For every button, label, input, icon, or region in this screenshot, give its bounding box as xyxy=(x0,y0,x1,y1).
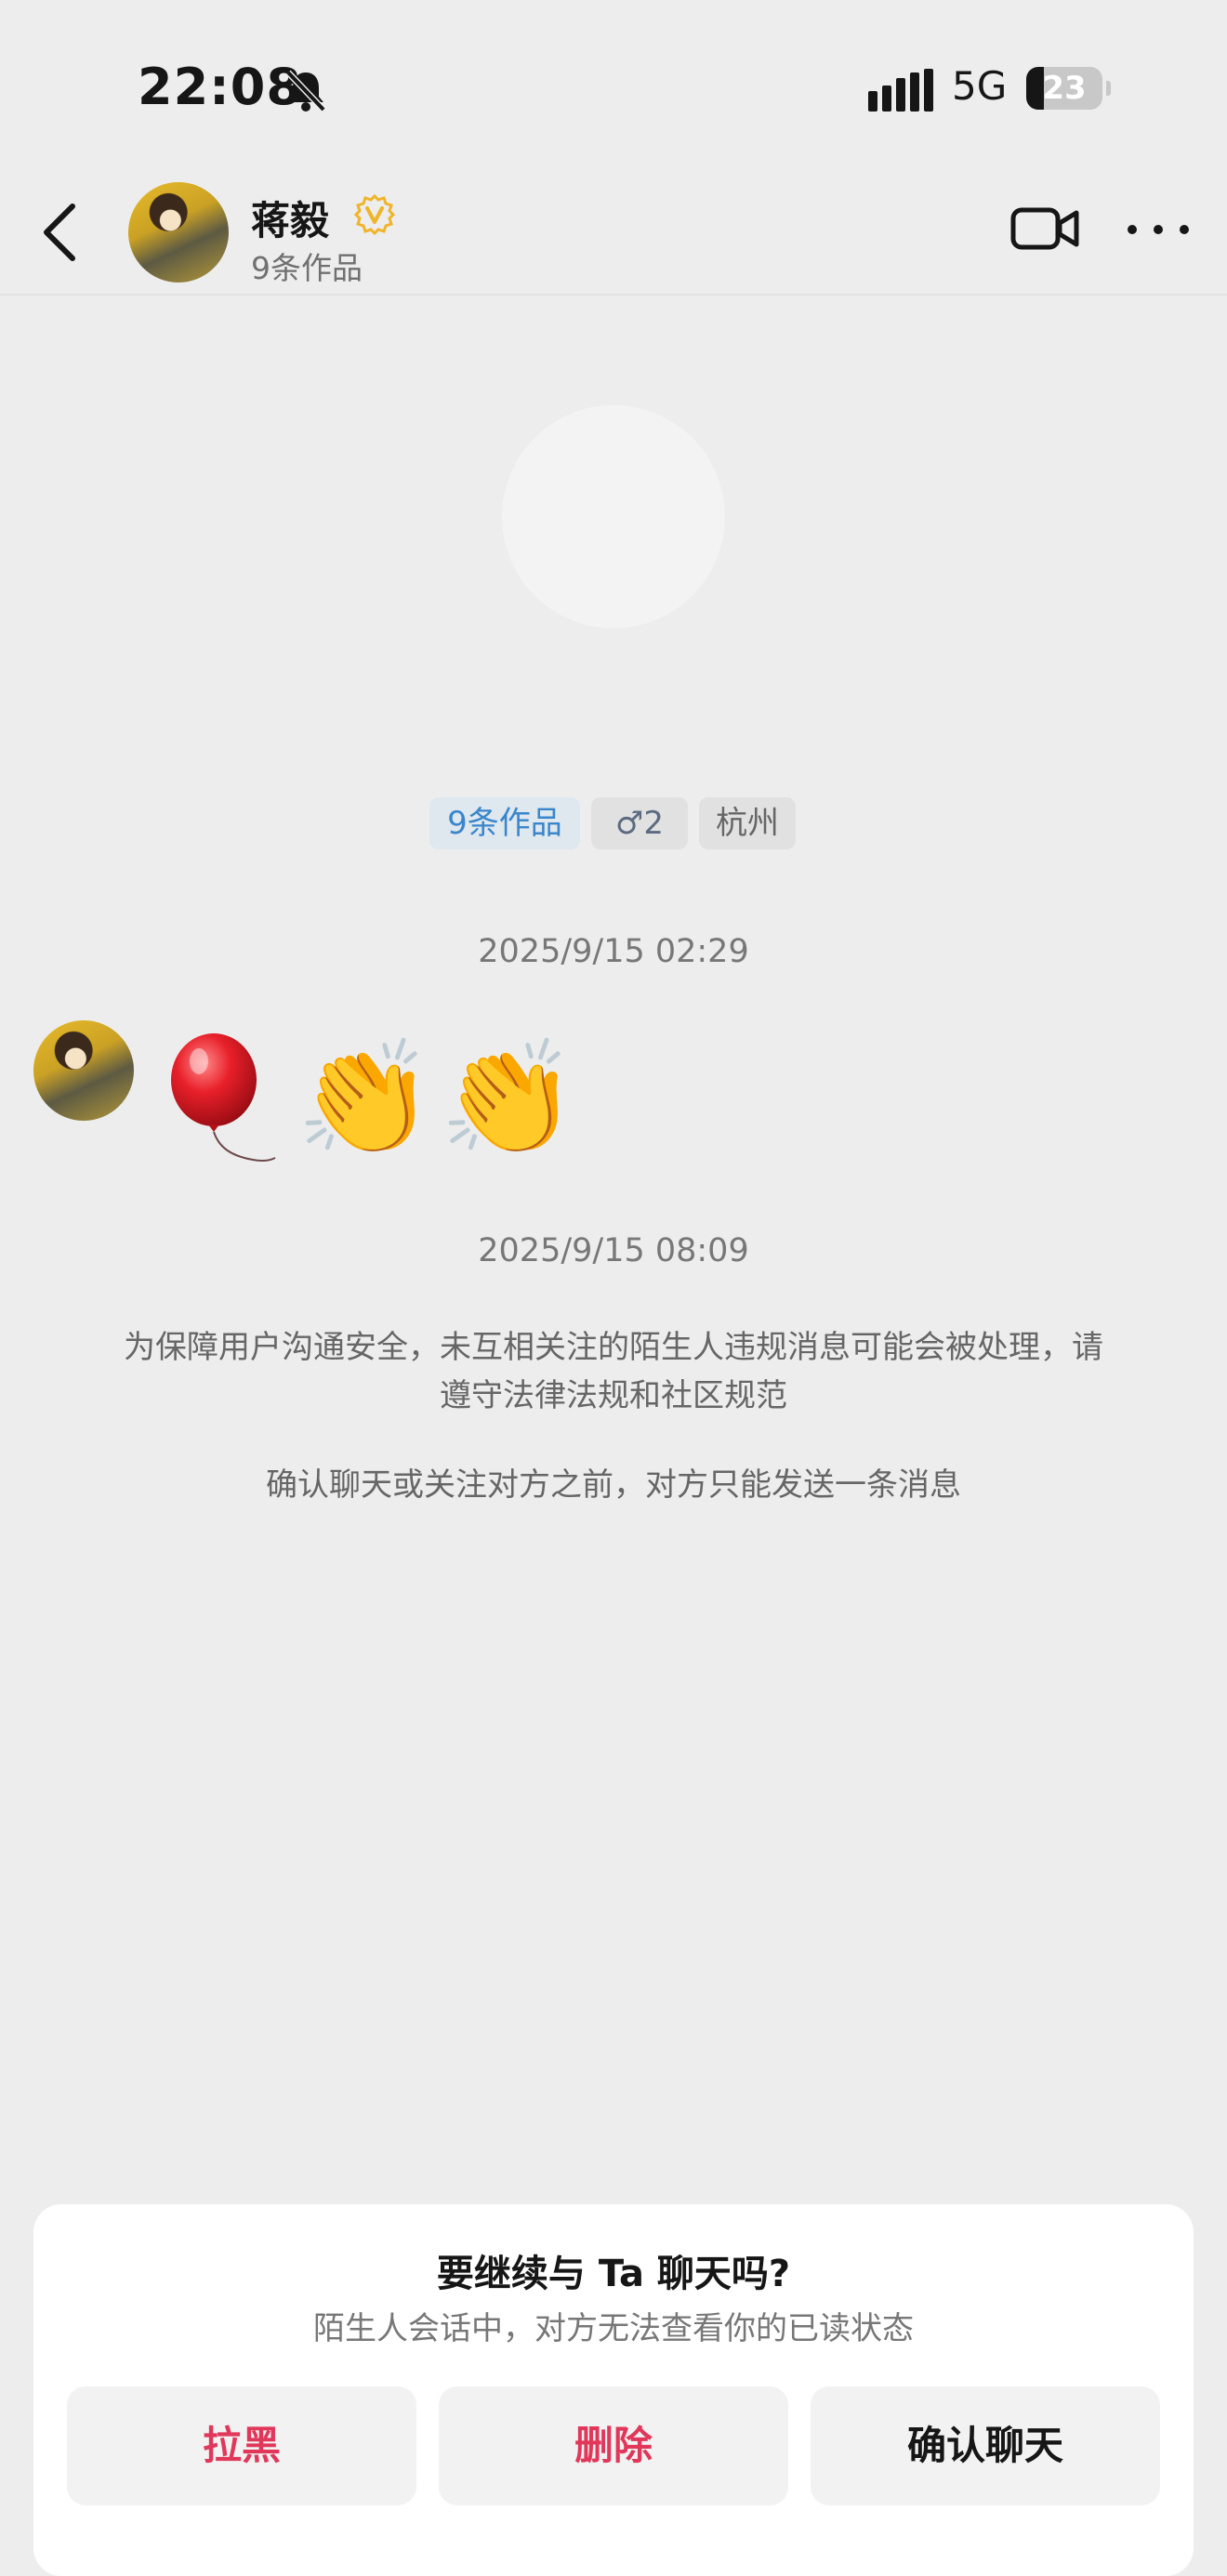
video-call-icon[interactable] xyxy=(1009,204,1080,253)
tag-gender-age: ♂2 xyxy=(591,797,688,849)
signal-icon xyxy=(868,69,933,112)
profile-image-placeholder xyxy=(502,405,725,628)
stranger-message-notice: 确认聊天或关注对方之前，对方只能发送一条消息 xyxy=(266,1466,961,1504)
clap-emoji: 👏 xyxy=(439,1034,578,1163)
bell-muted-icon xyxy=(285,70,326,112)
battery-icon: 23 xyxy=(1026,67,1111,110)
balloon-emoji xyxy=(171,1033,276,1163)
header-divider xyxy=(0,294,1227,296)
tag-works[interactable]: 9条作品 xyxy=(429,797,580,849)
sender-avatar[interactable] xyxy=(33,1020,134,1121)
verified-icon xyxy=(353,193,396,236)
delete-button[interactable]: 删除 xyxy=(439,2386,788,2505)
contact-name: 蒋毅 xyxy=(251,198,330,243)
confirm-chat-button[interactable]: 确认聊天 xyxy=(811,2386,1160,2505)
timestamp: 2025/9/15 02:29 xyxy=(478,933,749,970)
status-time: 22:08 xyxy=(138,58,302,116)
timestamp: 2025/9/15 08:09 xyxy=(478,1232,749,1269)
tag-city: 杭州 xyxy=(699,797,796,849)
dialog-subtitle: 陌生人会话中，对方无法查看你的已读状态 xyxy=(313,2310,914,2347)
dialog-title: 要继续与 Ta 聊天吗? xyxy=(436,2253,791,2295)
more-icon[interactable] xyxy=(1123,216,1194,243)
avatar[interactable] xyxy=(128,182,229,283)
works-count: 9条作品 xyxy=(251,250,363,286)
clap-emoji: 👏 xyxy=(296,1034,435,1163)
back-icon[interactable] xyxy=(32,197,91,268)
battery-level: 23 xyxy=(1042,70,1087,107)
safety-notice: 为保障用户沟通安全，未互相关注的陌生人违规消息可能会被处理，请遵守法律法规和社区… xyxy=(124,1329,1103,1414)
continue-chat-dialog: 要继续与 Ta 聊天吗? 陌生人会话中，对方无法查看你的已读状态 拉黑 删除 确… xyxy=(33,2204,1194,2576)
network-label: 5G xyxy=(952,63,1008,109)
block-button[interactable]: 拉黑 xyxy=(67,2386,416,2505)
